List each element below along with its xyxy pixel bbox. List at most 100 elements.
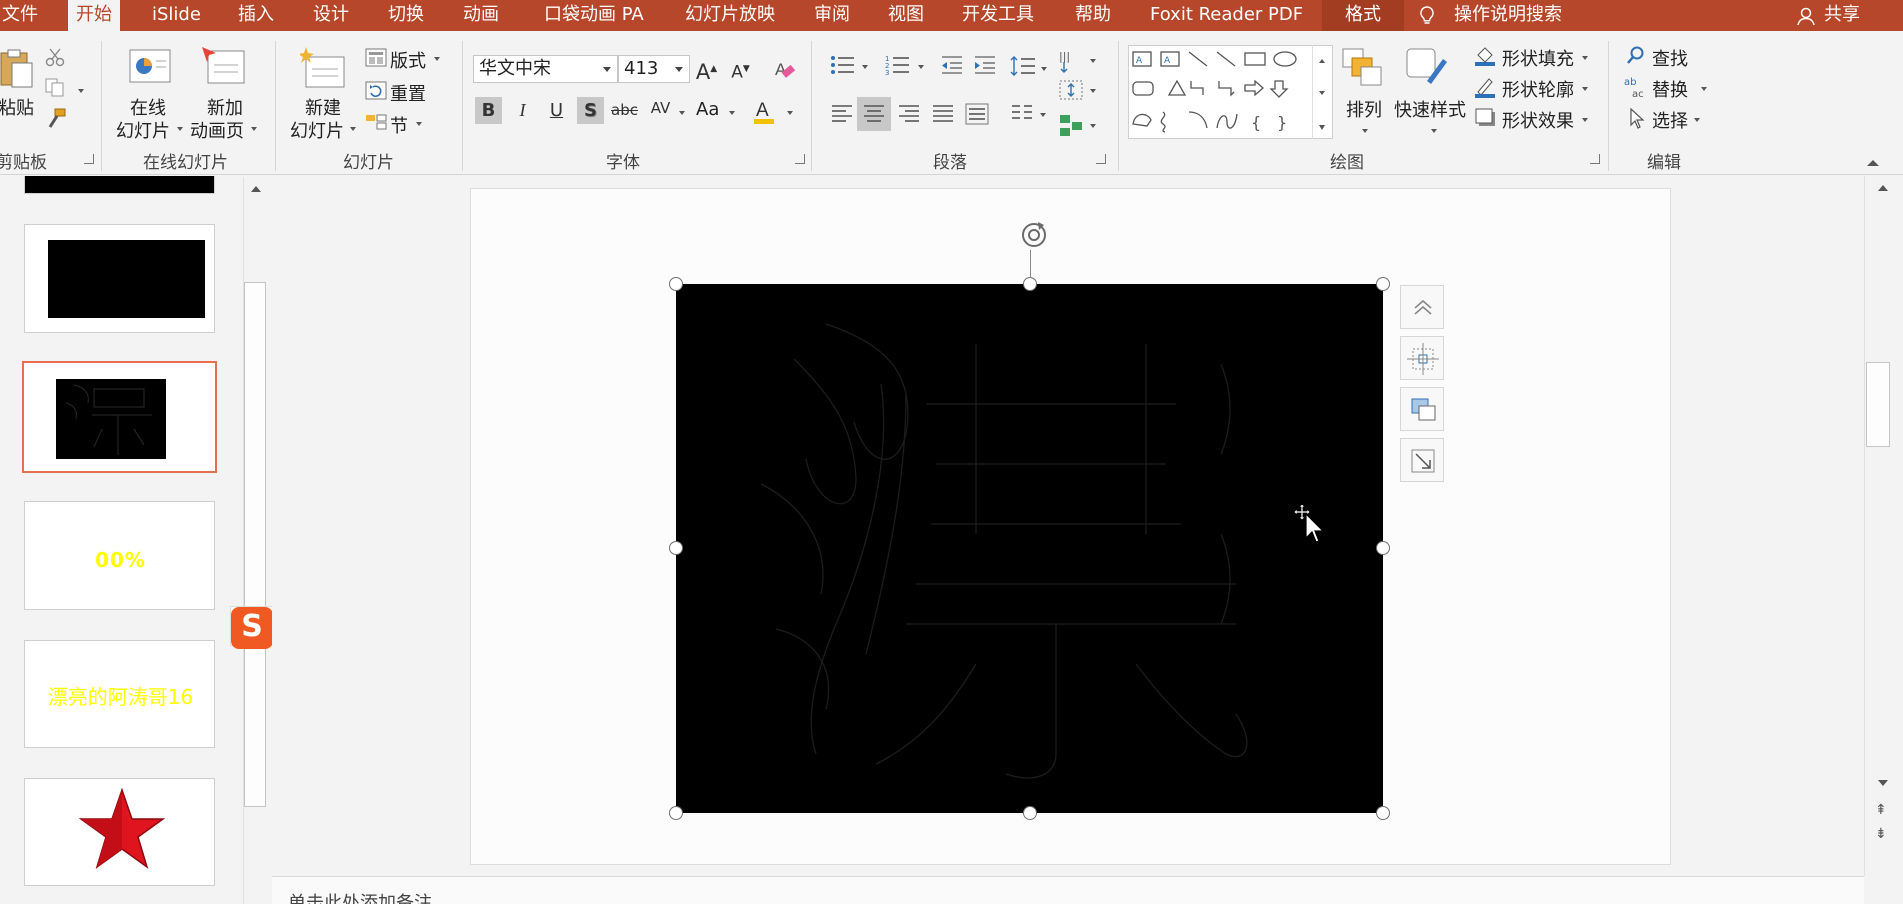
text-shadow-button[interactable]: S: [577, 97, 604, 124]
italic-button[interactable]: I: [509, 97, 536, 124]
shapes-gallery-scroll[interactable]: [1312, 45, 1332, 139]
gallery-more-icon[interactable]: [1319, 125, 1325, 130]
arrange-icon[interactable]: [1341, 47, 1383, 89]
tab-transitions[interactable]: 切换: [380, 0, 432, 31]
columns-icon[interactable]: [1010, 103, 1034, 125]
select-dropdown-icon[interactable]: [1694, 118, 1700, 122]
resize-handle-top-right[interactable]: [1376, 277, 1390, 291]
tab-animations[interactable]: 动画: [455, 0, 507, 31]
tab-format[interactable]: 格式: [1322, 0, 1404, 31]
align-text-dropdown-icon[interactable]: [1090, 89, 1096, 93]
increase-indent-icon[interactable]: [973, 55, 997, 75]
slide-thumbnail-3[interactable]: [22, 361, 217, 473]
justify-icon[interactable]: [931, 103, 955, 125]
previous-slide-icon[interactable]: ⇞: [1875, 802, 1887, 818]
arrange-label[interactable]: 排列: [1346, 96, 1382, 122]
tab-review[interactable]: 审阅: [806, 0, 858, 31]
layout-options-button[interactable]: [1400, 285, 1444, 329]
thumbnail-scrollbar-thumb[interactable]: [244, 282, 266, 807]
cut-icon[interactable]: [45, 47, 65, 67]
smartart-icon[interactable]: [1058, 113, 1086, 137]
quick-styles-dropdown-icon[interactable]: [1431, 129, 1437, 133]
chevron-up-icon[interactable]: [1319, 59, 1325, 63]
numbering-dropdown-icon[interactable]: [918, 65, 924, 69]
paragraph-launcher-icon[interactable]: [1096, 154, 1106, 164]
change-case-button[interactable]: Aa: [696, 99, 719, 120]
font-name-dropdown[interactable]: 华文中宋: [473, 55, 618, 83]
change-case-dropdown-icon[interactable]: [729, 111, 735, 115]
align-center-icon[interactable]: [862, 103, 886, 125]
decrease-indent-icon[interactable]: [940, 55, 964, 75]
resize-handle-top[interactable]: [1023, 277, 1037, 291]
vertical-scrollbar-thumb[interactable]: [1866, 362, 1890, 447]
tell-me-search[interactable]: 操作说明搜索: [1418, 0, 1562, 31]
online-slide-icon[interactable]: [128, 47, 174, 87]
arrange-dropdown-icon[interactable]: [1362, 129, 1368, 133]
scroll-down-icon[interactable]: [1878, 780, 1888, 786]
quick-styles-icon[interactable]: [1405, 47, 1449, 89]
add-animation-page-icon[interactable]: [200, 45, 250, 87]
shape-outline-label[interactable]: 形状轮廓: [1502, 76, 1574, 102]
font-launcher-icon[interactable]: [795, 154, 805, 164]
align-text-icon[interactable]: [1058, 78, 1086, 102]
new-slide-icon[interactable]: [300, 45, 346, 89]
slide-thumbnail-2[interactable]: [24, 224, 215, 333]
tab-islide[interactable]: iSlide: [144, 0, 209, 31]
bring-to-front-button[interactable]: [1400, 387, 1444, 431]
shape-fill-dropdown-icon[interactable]: [1582, 56, 1588, 60]
tab-pocket-animation[interactable]: 口袋动画 PA: [536, 0, 652, 31]
section-label[interactable]: 节: [390, 112, 408, 138]
find-icon[interactable]: [1626, 45, 1646, 65]
reset-icon[interactable]: [365, 81, 387, 101]
crop-to-fit-button[interactable]: [1400, 438, 1444, 482]
shape-fill-label[interactable]: 形状填充: [1502, 45, 1574, 71]
shape-effects-label[interactable]: 形状效果: [1502, 107, 1574, 133]
drawing-launcher-icon[interactable]: [1590, 154, 1600, 164]
align-button[interactable]: [1400, 336, 1444, 380]
scroll-up-icon[interactable]: [1878, 185, 1888, 191]
copy-icon[interactable]: [45, 78, 67, 98]
tab-insert[interactable]: 插入: [230, 0, 282, 31]
bullets-dropdown-icon[interactable]: [862, 65, 868, 69]
slide-thumbnail-6[interactable]: [24, 778, 215, 886]
tab-view[interactable]: 视图: [880, 0, 932, 31]
align-left-icon[interactable]: [830, 103, 854, 125]
reset-label[interactable]: 重置: [390, 80, 426, 106]
copy-dropdown-icon[interactable]: [78, 89, 84, 93]
selected-picture[interactable]: [676, 284, 1383, 813]
layout-icon[interactable]: [365, 48, 387, 68]
clear-formatting-icon[interactable]: A: [772, 57, 796, 81]
shape-outline-dropdown-icon[interactable]: [1582, 87, 1588, 91]
shape-effects-dropdown-icon[interactable]: [1582, 118, 1588, 122]
sogou-logo-icon[interactable]: S: [231, 607, 273, 649]
layout-label[interactable]: 版式: [390, 47, 426, 73]
bullets-icon[interactable]: [830, 55, 856, 75]
text-direction-icon[interactable]: |||: [1058, 48, 1086, 74]
chevron-down-icon[interactable]: [1319, 91, 1325, 95]
tab-home[interactable]: 开始: [68, 0, 120, 33]
vertical-scrollbar[interactable]: ⇞ ⇟: [1864, 176, 1903, 876]
next-slide-icon[interactable]: ⇟: [1875, 826, 1887, 842]
increase-font-size-icon[interactable]: A▲: [693, 56, 720, 84]
resize-handle-bottom-left[interactable]: [669, 806, 683, 820]
font-color-icon[interactable]: A: [752, 97, 776, 125]
replace-dropdown-icon[interactable]: [1701, 87, 1707, 91]
layout-dropdown-icon[interactable]: [434, 57, 440, 61]
resize-handle-right[interactable]: [1376, 541, 1390, 555]
section-icon[interactable]: [365, 112, 387, 132]
collapse-ribbon-icon[interactable]: [1867, 160, 1879, 166]
tab-slideshow[interactable]: 幻灯片放映: [677, 0, 783, 31]
paste-icon[interactable]: [0, 47, 34, 89]
new-slide-dropdown-icon[interactable]: [350, 127, 356, 131]
section-dropdown-icon[interactable]: [416, 122, 422, 126]
tab-developer[interactable]: 开发工具: [954, 0, 1042, 31]
distributed-icon[interactable]: [965, 103, 989, 125]
clipboard-launcher-icon[interactable]: [84, 154, 94, 164]
columns-dropdown-icon[interactable]: [1040, 113, 1046, 117]
rotate-handle-icon[interactable]: [1016, 217, 1052, 253]
tab-design[interactable]: 设计: [305, 0, 357, 31]
smartart-dropdown-icon[interactable]: [1090, 124, 1096, 128]
font-size-dropdown[interactable]: 413: [618, 55, 690, 83]
shapes-gallery[interactable]: A A { }: [1128, 45, 1333, 139]
find-label[interactable]: 查找: [1652, 45, 1688, 71]
